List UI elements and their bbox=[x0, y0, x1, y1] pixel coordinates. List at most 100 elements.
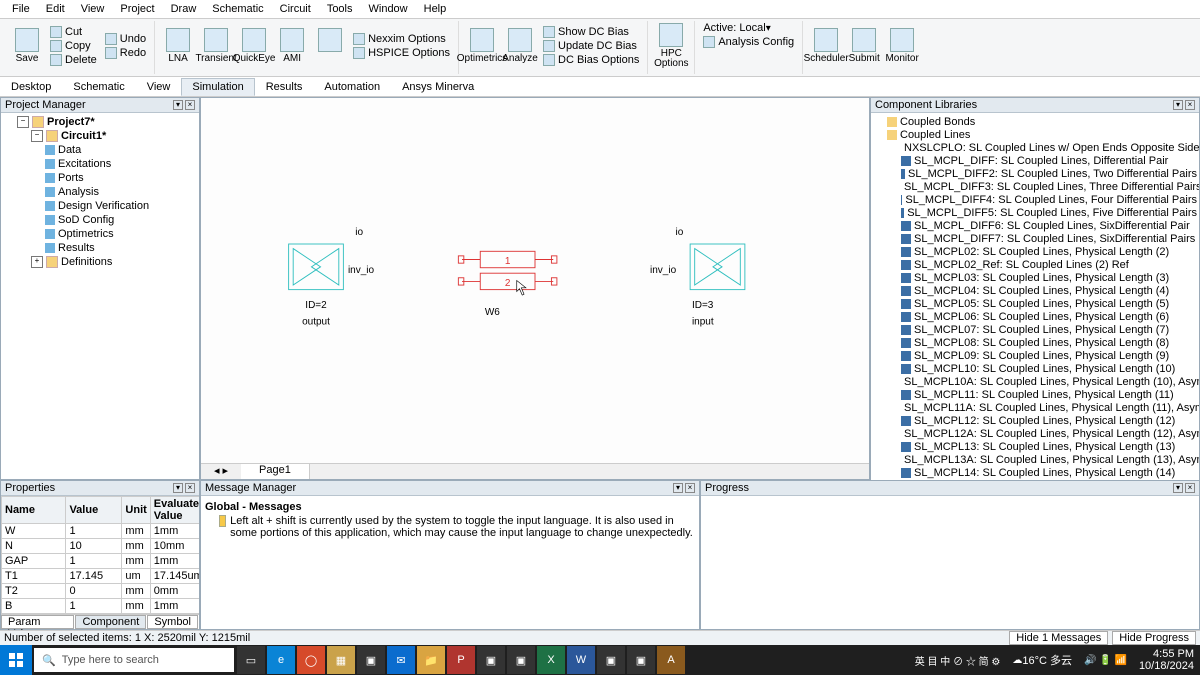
taskbar-app-icon[interactable]: ◯ bbox=[297, 646, 325, 674]
sim-expand-button[interactable] bbox=[311, 21, 349, 71]
taskbar-app-icon[interactable]: A bbox=[657, 646, 685, 674]
taskbar-app-icon[interactable]: ▣ bbox=[597, 646, 625, 674]
cell[interactable]: um bbox=[122, 569, 150, 584]
table-row[interactable]: T117.145um17.145um bbox=[2, 569, 200, 584]
hpc-options-button[interactable]: HPC Options bbox=[652, 21, 690, 71]
tab-schematic[interactable]: Schematic bbox=[62, 78, 135, 96]
submit-button[interactable]: Submit bbox=[845, 21, 883, 71]
tree-data[interactable]: Data bbox=[45, 143, 197, 157]
delete-button[interactable]: Delete bbox=[48, 53, 99, 67]
menu-schematic[interactable]: Schematic bbox=[204, 2, 271, 16]
cell[interactable]: mm bbox=[122, 599, 150, 614]
menu-window[interactable]: Window bbox=[361, 2, 416, 16]
cell[interactable]: 1 bbox=[66, 554, 122, 569]
cell[interactable]: T1 bbox=[2, 569, 66, 584]
taskbar-app-icon[interactable]: 📁 bbox=[417, 646, 445, 674]
save-button[interactable]: Save bbox=[8, 21, 46, 71]
cell[interactable]: mm bbox=[122, 539, 150, 554]
cell[interactable]: 1mm bbox=[150, 524, 199, 539]
circuit-node[interactable]: Circuit1* bbox=[31, 129, 197, 143]
analysis-config-button[interactable]: Analysis Config bbox=[701, 35, 796, 49]
library-item[interactable]: SL_MCPL02_Ref: SL Coupled Lines (2) Ref bbox=[901, 258, 1197, 271]
analyze-button[interactable]: Analyze bbox=[501, 21, 539, 71]
library-item[interactable]: SL_MCPL09: SL Coupled Lines, Physical Le… bbox=[901, 349, 1197, 362]
tree-analysis[interactable]: Analysis bbox=[45, 185, 197, 199]
table-row[interactable]: W1mm1mm bbox=[2, 524, 200, 539]
ime-indicator[interactable]: 英 目 中 ⊘ ☆ 简 ⚙ bbox=[909, 653, 1007, 668]
cell[interactable]: GAP bbox=[2, 554, 66, 569]
menu-file[interactable]: File bbox=[4, 2, 38, 16]
lib-group[interactable]: Coupled Lines bbox=[887, 128, 1197, 141]
library-item[interactable]: SL_MCPL13A: SL Coupled Lines, Physical L… bbox=[901, 453, 1197, 466]
library-item[interactable]: SL_MCPL_DIFF7: SL Coupled Lines, SixDiff… bbox=[901, 232, 1197, 245]
scheduler-button[interactable]: Scheduler bbox=[807, 21, 845, 71]
col-value[interactable]: Value bbox=[66, 497, 122, 524]
library-item[interactable]: SL_MCPL11A: SL Coupled Lines, Physical L… bbox=[901, 401, 1197, 414]
close-icon[interactable]: × bbox=[185, 483, 195, 493]
cell[interactable]: W bbox=[2, 524, 66, 539]
copy-button[interactable]: Copy bbox=[48, 39, 99, 53]
ami-button[interactable]: AMI bbox=[273, 21, 311, 71]
taskbar-search[interactable]: 🔍 Type here to search bbox=[34, 648, 234, 672]
library-item[interactable]: SL_MCPL_DIFF4: SL Coupled Lines, Four Di… bbox=[901, 193, 1197, 206]
redo-button[interactable]: Redo bbox=[103, 46, 148, 60]
props-tab-component[interactable]: Component bbox=[75, 615, 146, 629]
library-item[interactable]: SL_MCPL06: SL Coupled Lines, Physical Le… bbox=[901, 310, 1197, 323]
close-icon[interactable]: × bbox=[1185, 483, 1195, 493]
canvas-tab-page1[interactable]: Page1 bbox=[241, 464, 310, 479]
table-row[interactable]: T20mm0mm bbox=[2, 584, 200, 599]
library-item[interactable]: SL_MCPL11: SL Coupled Lines, Physical Le… bbox=[901, 388, 1197, 401]
lna-button[interactable]: LNA bbox=[159, 21, 197, 71]
message-group[interactable]: Global - Messages bbox=[205, 501, 302, 513]
library-item[interactable]: SL_MCPL10: SL Coupled Lines, Physical Le… bbox=[901, 362, 1197, 375]
cell[interactable]: N bbox=[2, 539, 66, 554]
tree-ports[interactable]: Ports bbox=[45, 171, 197, 185]
project-root[interactable]: Project7* bbox=[17, 115, 197, 129]
hide-progress-button[interactable]: Hide Progress bbox=[1112, 631, 1196, 645]
menu-circuit[interactable]: Circuit bbox=[272, 2, 319, 16]
pin-icon[interactable]: ▾ bbox=[173, 100, 183, 110]
schematic-canvas[interactable]: io inv_io ID=2 output 1 2 W6 bbox=[201, 98, 869, 463]
library-item[interactable]: SL_MCPL08: SL Coupled Lines, Physical Le… bbox=[901, 336, 1197, 349]
cell[interactable]: 0mm bbox=[150, 584, 199, 599]
cell[interactable]: 10 bbox=[66, 539, 122, 554]
props-tab-param[interactable]: Param Values bbox=[1, 615, 74, 629]
cell[interactable]: B bbox=[2, 599, 66, 614]
close-icon[interactable]: × bbox=[1185, 100, 1195, 110]
message-list[interactable]: Global - Messages Left alt + shift is cu… bbox=[201, 496, 699, 629]
taskbar-app-icon[interactable]: P bbox=[447, 646, 475, 674]
tab-desktop[interactable]: Desktop bbox=[0, 78, 62, 96]
col-eval[interactable]: Evaluated Value bbox=[150, 497, 199, 524]
pin-icon[interactable]: ▾ bbox=[1173, 100, 1183, 110]
col-name[interactable]: Name bbox=[2, 497, 66, 524]
cell[interactable]: 0 bbox=[66, 584, 122, 599]
tab-automation[interactable]: Automation bbox=[313, 78, 391, 96]
table-row[interactable]: B1mm1mm bbox=[2, 599, 200, 614]
taskbar-app-icon[interactable]: ▣ bbox=[477, 646, 505, 674]
tab-ansys-minerva[interactable]: Ansys Minerva bbox=[391, 78, 485, 96]
quickeye-button[interactable]: QuickEye bbox=[235, 21, 273, 71]
cut-button[interactable]: Cut bbox=[48, 25, 99, 39]
library-item[interactable]: SL_MCPL_DIFF3: SL Coupled Lines, Three D… bbox=[901, 180, 1197, 193]
taskbar-app-icon[interactable]: X bbox=[537, 646, 565, 674]
library-item[interactable]: SL_MCPL12: SL Coupled Lines, Physical Le… bbox=[901, 414, 1197, 427]
cell[interactable]: 17.145um bbox=[150, 569, 199, 584]
library-item[interactable]: SL_MCPL14: SL Coupled Lines, Physical Le… bbox=[901, 466, 1197, 479]
monitor-button[interactable]: Monitor bbox=[883, 21, 921, 71]
taskbar-app-icon[interactable]: W bbox=[567, 646, 595, 674]
cell[interactable]: 1 bbox=[66, 599, 122, 614]
undo-button[interactable]: Undo bbox=[103, 32, 148, 46]
tree-design-verification[interactable]: Design Verification bbox=[45, 199, 197, 213]
library-item[interactable]: SL_MCPL13: SL Coupled Lines, Physical Le… bbox=[901, 440, 1197, 453]
lib-group[interactable]: Coupled Bonds bbox=[887, 115, 1197, 128]
taskbar-app-icon[interactable]: ▣ bbox=[357, 646, 385, 674]
table-row[interactable]: N10mm10mm bbox=[2, 539, 200, 554]
taskbar-app-icon[interactable]: ▣ bbox=[627, 646, 655, 674]
library-item[interactable]: SL_MCPL05: SL Coupled Lines, Physical Le… bbox=[901, 297, 1197, 310]
definitions-node[interactable]: Definitions bbox=[31, 255, 197, 269]
tab-view[interactable]: View bbox=[136, 78, 182, 96]
library-item[interactable]: SL_MCPL03: SL Coupled Lines, Physical Le… bbox=[901, 271, 1197, 284]
hide-messages-button[interactable]: Hide 1 Messages bbox=[1009, 631, 1108, 645]
weather-widget[interactable]: ☁ 16°C 多云 bbox=[1006, 652, 1078, 668]
col-unit[interactable]: Unit bbox=[122, 497, 150, 524]
